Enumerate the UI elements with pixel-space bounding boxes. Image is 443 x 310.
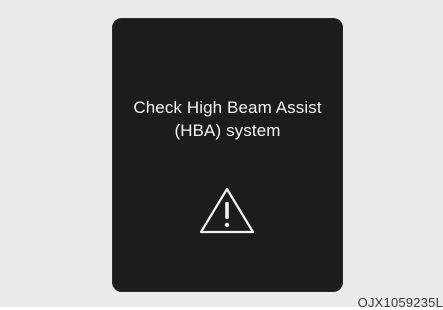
figure-code: OJX1059235L <box>357 295 443 310</box>
message-line-1: Check High Beam Assist <box>133 98 322 117</box>
warning-triangle-icon <box>199 187 255 234</box>
warning-message: Check High Beam Assist (HBA) system <box>112 96 343 142</box>
cluster-display: Check High Beam Assist (HBA) system <box>112 18 343 292</box>
illustration-frame: Check High Beam Assist (HBA) system OJX1… <box>0 0 443 310</box>
message-line-2: (HBA) system <box>174 121 281 140</box>
